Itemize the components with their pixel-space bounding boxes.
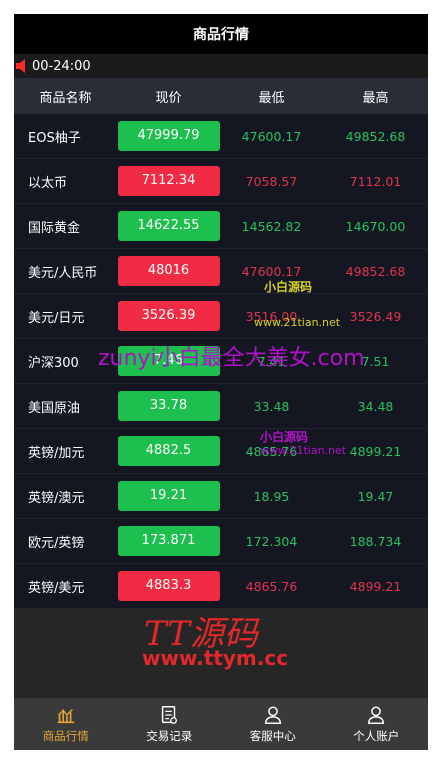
- row-high: 188.734: [349, 533, 402, 549]
- row-name: 以太币: [28, 175, 68, 191]
- row-name: 美元/日元: [28, 310, 85, 326]
- table-row[interactable]: 美国原油 33.78 33.48 34.48: [14, 384, 428, 429]
- row-low: 4865.76: [245, 443, 298, 459]
- table-row[interactable]: 国际黄金 14622.55 14562.82 14670.00: [14, 204, 428, 249]
- col-name: 商品名称: [39, 90, 92, 106]
- table-row[interactable]: 以太币 7112.34 7058.57 7112.01: [14, 159, 428, 204]
- row-high: 49852.68: [345, 263, 406, 279]
- table-row[interactable]: 英镑/澳元 19.21 18.95 19.47: [14, 474, 428, 519]
- tab-label: 商品行情: [42, 729, 89, 743]
- table-row[interactable]: 沪深300 7.46 7.41 7.51: [14, 339, 428, 384]
- row-low: 7.41: [257, 353, 286, 369]
- row-high: 4899.21: [349, 578, 402, 594]
- row-name: 欧元/英镑: [28, 535, 85, 551]
- row-price[interactable]: 33.78: [117, 391, 220, 421]
- row-price[interactable]: 3526.39: [117, 301, 220, 331]
- chart-icon: [57, 709, 74, 724]
- col-low: 最低: [258, 90, 285, 106]
- col-high: 最高: [362, 90, 389, 106]
- row-low: 33.48: [253, 398, 290, 414]
- tab-label: 个人账户: [353, 729, 400, 743]
- row-price[interactable]: 14622.55: [117, 211, 220, 241]
- row-name: 美国原油: [28, 400, 81, 416]
- row-high: 49852.68: [345, 128, 406, 144]
- tab-market[interactable]: 商品行情: [14, 698, 118, 750]
- row-low: 47600.17: [241, 128, 302, 144]
- row-high: 7112.01: [349, 173, 402, 189]
- row-high: 19.47: [357, 488, 394, 504]
- tab-service[interactable]: 客服中心: [221, 698, 325, 750]
- user-icon: [368, 706, 385, 724]
- quote-list: EOS柚子 47999.79 47600.17 49852.68 以太币 711…: [14, 114, 428, 609]
- page-title: 商品行情: [193, 27, 249, 43]
- row-low: 7058.57: [245, 173, 298, 189]
- app-screen: 商品行情 00-24:00 商品名称 现价 最低 最高 EOS柚子 47999.…: [14, 14, 428, 750]
- row-low: 4865.76: [245, 578, 298, 594]
- row-price[interactable]: 48016: [117, 256, 220, 286]
- row-low: 18.95: [253, 488, 290, 504]
- row-low: 47600.17: [241, 263, 302, 279]
- notice-bar: 00-24:00: [14, 54, 428, 78]
- record-icon: [162, 706, 178, 724]
- user-icon: [264, 706, 281, 724]
- row-name: 沪深300: [28, 355, 79, 371]
- table-header: 商品名称 现价 最低 最高: [14, 78, 428, 114]
- col-price: 现价: [155, 90, 182, 106]
- row-name: EOS柚子: [28, 130, 81, 146]
- row-name: 英镑/加元: [28, 445, 85, 461]
- tab-label: 客服中心: [249, 729, 296, 743]
- tab-records[interactable]: 交易记录: [118, 698, 222, 750]
- row-price[interactable]: 7.46: [117, 346, 220, 376]
- table-row[interactable]: 英镑/美元 4883.3 4865.76 4899.21: [14, 564, 428, 609]
- row-low: 172.304: [245, 533, 298, 549]
- table-row[interactable]: 美元/人民币 48016 47600.17 49852.68: [14, 249, 428, 294]
- row-high: 14670.00: [345, 218, 406, 234]
- row-price[interactable]: 4883.3: [117, 571, 220, 601]
- notice-text: 00-24:00: [32, 58, 91, 74]
- table-row[interactable]: 英镑/加元 4882.5 4865.76 4899.21: [14, 429, 428, 474]
- row-price[interactable]: 4882.5: [117, 436, 220, 466]
- table-row[interactable]: 欧元/英镑 173.871 172.304 188.734: [14, 519, 428, 564]
- table-row[interactable]: 美元/日元 3526.39 3516.00 3526.49: [14, 294, 428, 339]
- table-row[interactable]: EOS柚子 47999.79 47600.17 49852.68: [14, 114, 428, 159]
- row-name: 国际黄金: [28, 220, 81, 236]
- row-high: 34.48: [357, 398, 394, 414]
- row-name: 英镑/美元: [28, 580, 85, 596]
- speaker-icon: [14, 54, 32, 78]
- row-price[interactable]: 173.871: [117, 526, 220, 556]
- row-low: 3516.00: [245, 308, 298, 324]
- row-price[interactable]: 47999.79: [117, 121, 220, 151]
- bottom-tabbar: 商品行情 交易记录 客服中心 个人账户: [14, 698, 428, 750]
- row-low: 14562.82: [241, 218, 302, 234]
- row-price[interactable]: 19.21: [117, 481, 220, 511]
- row-high: 4899.21: [349, 443, 402, 459]
- tab-label: 交易记录: [146, 729, 193, 743]
- row-high: 7.51: [361, 353, 390, 369]
- empty-area: [14, 608, 428, 698]
- row-name: 英镑/澳元: [28, 490, 85, 506]
- row-name: 美元/人民币: [28, 265, 98, 281]
- page-header: 商品行情: [14, 14, 428, 54]
- row-price[interactable]: 7112.34: [117, 166, 220, 196]
- tab-account[interactable]: 个人账户: [325, 698, 429, 750]
- row-high: 3526.49: [349, 308, 402, 324]
